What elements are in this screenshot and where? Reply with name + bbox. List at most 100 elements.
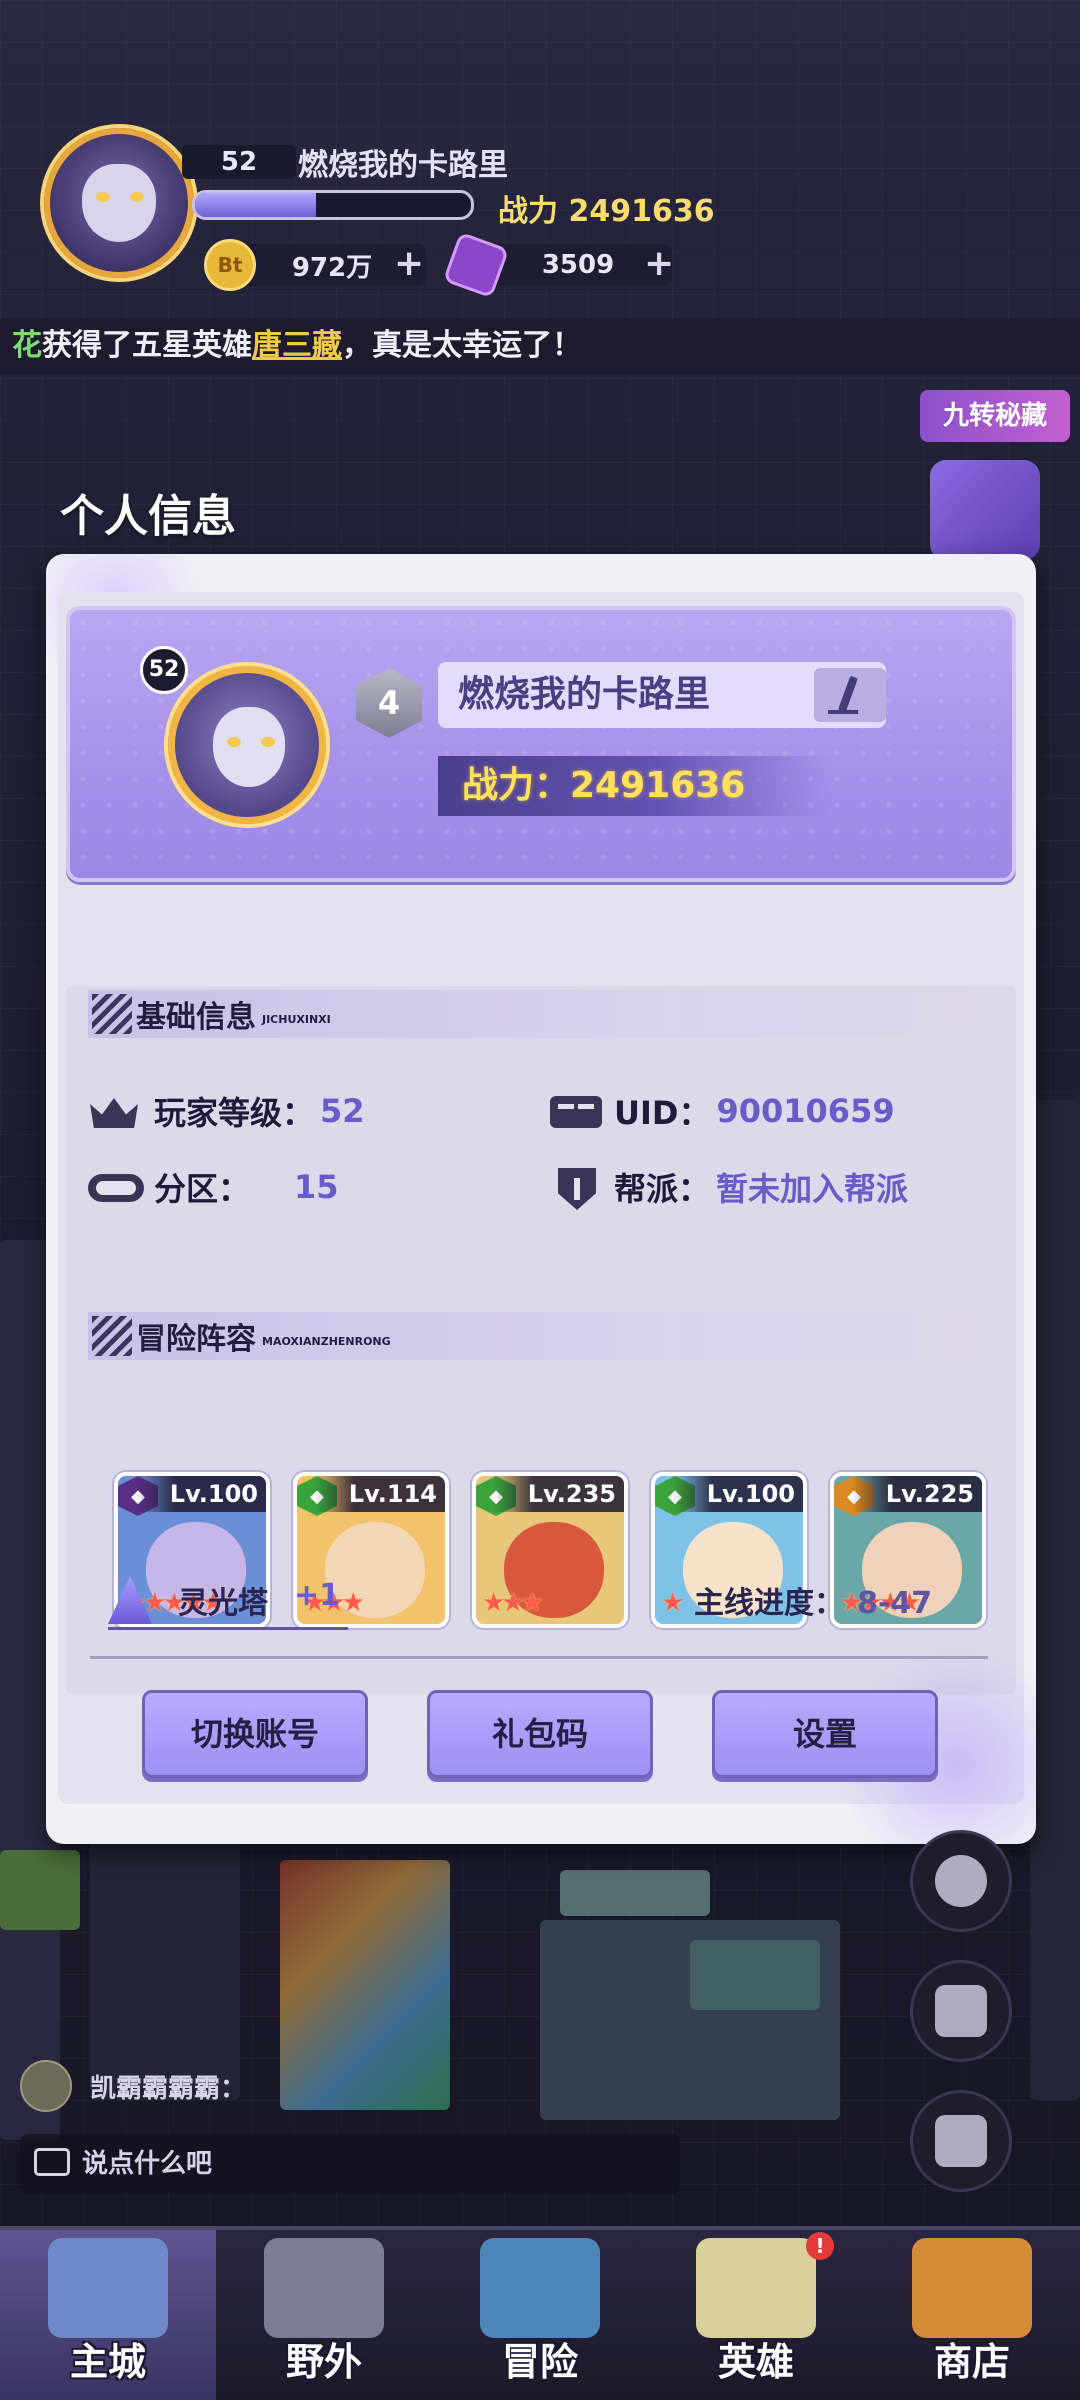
player-level-label: 玩家等级： (154, 1094, 315, 1132)
friends-icon (935, 1855, 987, 1907)
stripes-icon (92, 1316, 132, 1356)
nav-item-label: 英雄 (717, 2340, 794, 2384)
crown-icon (88, 1092, 140, 1130)
side-banner[interactable]: 九转秘藏 (920, 390, 1070, 442)
progress-value: 8-47 (857, 1586, 933, 1621)
notification-badge: ! (806, 2232, 834, 2260)
profile-modal: 52 4 燃烧我的卡路里 战力：2491636 基础信息 JICHUXINXI … (46, 554, 1036, 1844)
tower-icon (108, 1576, 152, 1624)
avatar-eye (261, 737, 275, 747)
avatar-eye (227, 737, 241, 747)
ticker-text-end: ，真是太幸运了！ (342, 328, 582, 363)
server-value: 15 (294, 1168, 339, 1206)
hero-level: Lv.100 (672, 1476, 803, 1512)
pencil-underline (828, 710, 858, 714)
nav-item-3[interactable]: 英雄! (648, 2230, 864, 2400)
broadcast-ticker: 花获得了五星英雄唐三藏，真是太幸运了！ (0, 318, 1080, 374)
guild-shield-icon (548, 1168, 600, 1210)
edit-name-button[interactable] (814, 668, 886, 722)
tower-label: 灵光塔 (178, 1586, 268, 1621)
pencil-icon (838, 675, 858, 713)
guild-row: 帮派： 暂未加入帮派 (548, 1164, 908, 1210)
power-display: 战力 2491636 (498, 194, 715, 229)
avatar-eye (96, 192, 110, 202)
hero-level: Lv.114 (314, 1476, 445, 1512)
ticker-hero-link[interactable]: 唐三藏 (252, 328, 342, 363)
avatar-eye (130, 192, 144, 202)
hero-level: Lv.100 (135, 1476, 266, 1512)
id-card-icon (548, 1092, 602, 1130)
profile-power: 战力：2491636 (438, 756, 828, 816)
player-avatar[interactable] (44, 128, 194, 278)
bottom-nav: 主城 野外 冒险 英雄! 商店 (0, 2226, 1080, 2400)
modal-title: 个人信息 (60, 491, 236, 542)
ticker-player: 花 (12, 328, 42, 363)
player-name: 燃烧我的卡路里 (298, 148, 508, 183)
server-icon (88, 1168, 144, 1206)
gold-add-button[interactable]: + (394, 246, 424, 282)
tower-row: 灵光塔 +1 (108, 1570, 348, 1630)
nav-item-art-icon (480, 2238, 600, 2338)
friends-button[interactable] (910, 1830, 1012, 1932)
nav-item-label: 主城 (69, 2340, 146, 2384)
basic-info-title: 基础信息 (136, 1000, 256, 1035)
ranking-icon (935, 2115, 987, 2167)
lineup-header: 冒险阵容 MAOXIANZHENRONG (88, 1312, 988, 1360)
server-label: 分区： (154, 1170, 251, 1208)
avatar-face (213, 707, 285, 787)
chat-avatar (20, 2060, 72, 2112)
server-row: 分区： 15 (88, 1164, 339, 1210)
gift-code-button[interactable]: 礼包码 (427, 1690, 653, 1778)
ticker-text: 获得了五星英雄 (42, 328, 252, 363)
chat-message: 凯霸霸霸霸： (20, 2060, 246, 2112)
uid-row: UID： 90010659 (548, 1088, 895, 1134)
chat-user: 凯霸霸霸霸： (90, 2073, 247, 2104)
nav-item-1[interactable]: 野外 (216, 2230, 432, 2400)
chat-input[interactable]: 说点什么吧 (20, 2134, 680, 2194)
avatar-face (82, 164, 156, 242)
nav-item-0[interactable]: 主城 (0, 2230, 216, 2400)
profile-card: 52 4 燃烧我的卡路里 战力：2491636 (66, 606, 1016, 882)
nav-item-label: 冒险 (501, 2340, 578, 2384)
player-level-value: 52 (320, 1092, 365, 1130)
gem-add-button[interactable]: + (644, 246, 674, 282)
avatar-level-badge: 52 (140, 646, 188, 694)
hero-level: Lv.225 (851, 1476, 982, 1512)
nav-item-2[interactable]: 冒险 (432, 2230, 648, 2400)
lineup-title: 冒险阵容 (136, 1322, 256, 1357)
xp-bar-fill (195, 193, 317, 217)
nav-item-label: 野外 (285, 2340, 362, 2384)
player-level: 52 (182, 145, 296, 179)
xp-bar (192, 190, 474, 220)
gem-value: 3509 (541, 250, 615, 280)
guild-value: 暂未加入帮派 (716, 1170, 909, 1208)
basic-info-section (66, 986, 1016, 1334)
nav-item-4[interactable]: 商店 (864, 2230, 1080, 2400)
hero-level: Lv.235 (493, 1476, 624, 1512)
stripes-icon (92, 994, 132, 1034)
player-level-row: 玩家等级： 52 (88, 1088, 365, 1134)
side-gift-icon[interactable] (930, 460, 1040, 560)
nav-item-art-icon (912, 2238, 1032, 2338)
lineup-subtitle: MAOXIANZHENRONG (262, 1334, 391, 1348)
guild-label: 帮派： (614, 1170, 711, 1208)
progress-row: 主线进度： 8-47 (694, 1578, 932, 1622)
settings-button[interactable]: 设置 (712, 1690, 938, 1778)
modal-inner-panel: 52 4 燃烧我的卡路里 战力：2491636 基础信息 JICHUXINXI … (58, 592, 1024, 1804)
gold-value: 972万 (291, 252, 373, 283)
backpack-icon (935, 1985, 987, 2037)
profile-avatar[interactable] (168, 666, 326, 824)
tower-value: +1 (294, 1578, 341, 1613)
hero-stars: ★★★ (482, 1588, 544, 1618)
progress-label: 主线进度： (694, 1586, 844, 1621)
nav-item-art-icon (264, 2238, 384, 2338)
modal-divider (90, 1656, 988, 1659)
backpack-button[interactable] (910, 1960, 1012, 2062)
gem-display: 3509 (442, 231, 672, 299)
ranking-button[interactable] (910, 2090, 1012, 2192)
switch-account-button[interactable]: 切换账号 (142, 1690, 368, 1778)
basic-info-header: 基础信息 JICHUXINXI (88, 990, 988, 1038)
gold-coin-icon: Bt (204, 239, 256, 291)
hero-card[interactable]: ◆Lv.235★★★ (472, 1472, 628, 1628)
chat-placeholder: 说点什么吧 (82, 2149, 213, 2179)
